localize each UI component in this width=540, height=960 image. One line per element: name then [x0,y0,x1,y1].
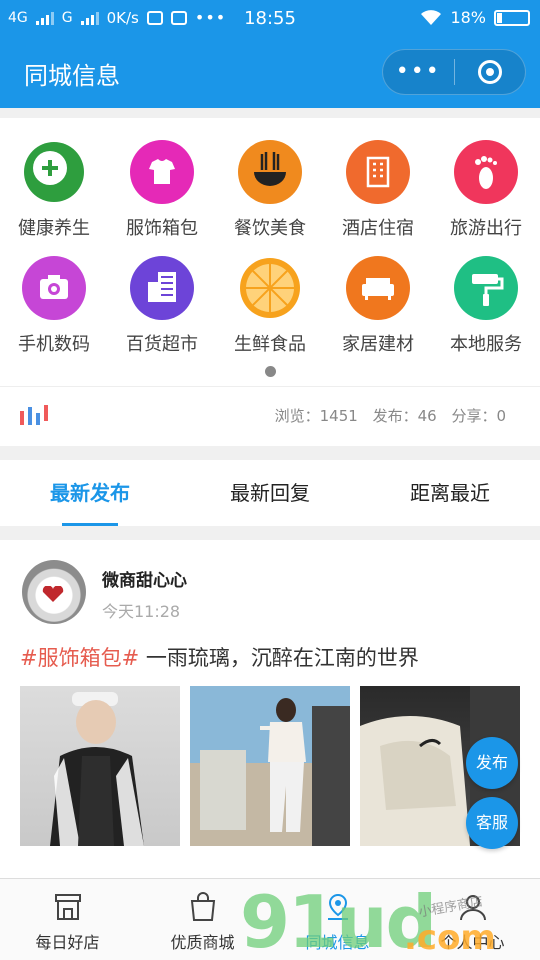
miniprogram-capsule: ••• [382,49,526,95]
category-footprint[interactable]: 旅游出行 [432,140,540,240]
category-label: 旅游出行 [450,218,522,239]
category-label: 生鲜食品 [234,334,306,355]
category-label: 健康养生 [18,218,90,239]
category-label: 家居建材 [342,334,414,355]
category-orange[interactable]: 生鲜食品 [216,256,324,356]
camera-icon [22,256,86,320]
tshirt-icon [130,140,194,204]
category-sofa[interactable]: 家居建材 [324,256,432,356]
orange-icon [238,256,302,320]
close-miniprogram-button[interactable] [455,49,526,95]
watermark-domain: .com [404,918,496,958]
post-photo[interactable] [190,686,350,846]
shares-count: 分享：0 [451,407,506,425]
post-photo[interactable] [20,686,180,846]
post-photos [20,686,520,846]
battery-icon [494,9,530,26]
stats-bar: 浏览：1451 发布：46 分享：0 [0,386,540,446]
category-label: 本地服务 [450,334,522,355]
building-icon [130,256,194,320]
customer-service-button[interactable]: 客服 [466,797,518,849]
avatar[interactable] [22,560,86,624]
photo-girl-rooftop [200,698,350,846]
nav-bar: 同城信息 ••• [0,38,540,108]
health-plus-icon [22,140,86,204]
status-bar: 4G G 0K/s ••• 18:55 18% [0,0,540,38]
post-author[interactable]: 微商甜心心 [102,566,187,591]
wifi-icon [421,9,442,25]
pager-dot [265,366,276,377]
post-time: 今天11:28 [102,602,181,621]
shop-icon [54,894,81,920]
category-tshirt[interactable]: 服饰箱包 [108,140,216,240]
views-count: 浏览：1451 [274,407,358,425]
category-camera[interactable]: 手机数码 [0,256,108,356]
category-label: 服饰箱包 [126,218,198,239]
stats-chart-icon [20,405,48,425]
category-label: 酒店住宿 [342,218,414,239]
post-tag[interactable]: #服饰箱包# [20,646,139,670]
page-title: 同城信息 [24,62,120,90]
paint-roller-icon [454,256,518,320]
tab-latest-replies[interactable]: 最新回复 [180,460,360,526]
heart-icon [42,586,64,602]
bottom-nav-daily-shop[interactable]: 每日好店 [0,879,135,960]
battery-percent: 18% [450,8,486,27]
noodle-bowl-icon [238,140,302,204]
feed-tabs: 最新发布 最新回复 距离最近 [0,460,540,526]
more-button[interactable]: ••• [383,49,454,95]
publish-button[interactable]: 发布 [466,737,518,789]
category-noodle-bowl[interactable]: 餐饮美食 [216,140,324,240]
photo-man-plaid-shirt [50,692,144,846]
footprint-icon [454,140,518,204]
posts-count: 发布：46 [372,407,437,425]
category-building[interactable]: 百货超市 [108,256,216,356]
post-card[interactable]: 微商甜心心 今天11:28 #服饰箱包# 一雨琉璃，沉醉在江南的世界 [0,540,540,880]
bottom-nav-label: 优质商城 [170,933,235,952]
tab-nearest[interactable]: 距离最近 [360,460,540,526]
category-label: 餐饮美食 [234,218,306,239]
category-grid: 健康养生 服饰箱包 餐饮美食 酒店住宿 旅游出行手机数码 百货超市 生鲜食品 家居建材 本地服务 [0,140,540,356]
post-body: 一雨琉璃，沉醉在江南的世界 [139,646,419,670]
category-panel: 健康养生 服饰箱包 餐饮美食 酒店住宿 旅游出行手机数码 百货超市 生鲜食品 家居建材 本地服务 [0,118,540,386]
category-health-plus[interactable]: 健康养生 [0,140,108,240]
category-hotel[interactable]: 酒店住宿 [324,140,432,240]
category-label: 手机数码 [18,334,90,355]
target-icon [477,60,502,84]
post-text[interactable]: #服饰箱包# 一雨琉璃，沉醉在江南的世界 [20,642,419,672]
bottom-nav-label: 每日好店 [35,933,100,952]
category-paint-roller[interactable]: 本地服务 [432,256,540,356]
shopping-bag-icon [190,892,215,921]
sofa-icon [346,256,410,320]
hotel-icon [346,140,410,204]
tab-latest-posts[interactable]: 最新发布 [0,460,180,526]
category-label: 百货超市 [126,334,198,355]
